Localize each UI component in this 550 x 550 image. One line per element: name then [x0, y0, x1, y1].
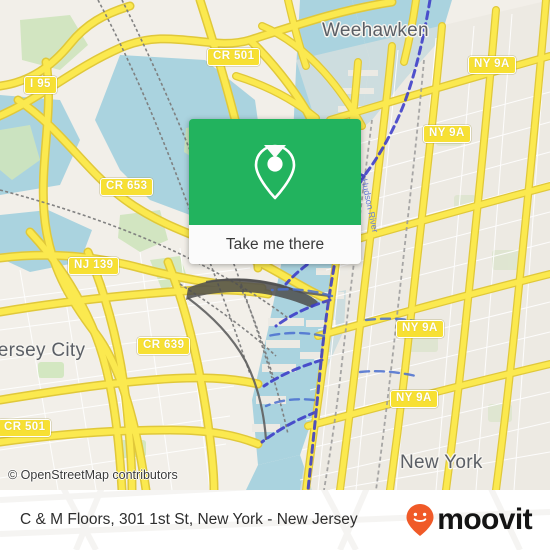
road-shield-ny9a[interactable]: NY 9A — [396, 320, 444, 338]
map-canvas[interactable]: Hudson River Weehawken Jersey City New Y… — [0, 0, 550, 490]
location-popup-card[interactable]: Take me there — [189, 119, 361, 264]
osm-attribution[interactable]: © OpenStreetMap contributors — [8, 468, 178, 482]
moovit-wordmark: moovit — [437, 503, 532, 536]
road-shield-cr501[interactable]: CR 501 — [207, 48, 261, 66]
location-caption: C & M Floors, 301 1st St, New York - New… — [20, 511, 358, 528]
road-shield-nj139[interactable]: NJ 139 — [68, 257, 120, 275]
popup-pointer — [264, 145, 286, 158]
city-label-jersey-city: Jersey City — [0, 340, 86, 361]
moovit-logo[interactable]: moovit — [405, 503, 533, 537]
city-label-weehawken: Weehawken — [322, 20, 429, 41]
moovit-pin-smiley-icon — [406, 504, 434, 536]
take-me-there-label: Take me there — [225, 235, 325, 253]
road-shield-ny9a[interactable]: NY 9A — [423, 125, 471, 143]
take-me-there-button[interactable]: Take me there — [189, 225, 361, 264]
map-screenshot: Hudson River Weehawken Jersey City New Y… — [0, 0, 550, 550]
road-shield-ny9a[interactable]: NY 9A — [390, 390, 438, 408]
road-shield-ny9a[interactable]: NY 9A — [468, 56, 516, 74]
road-shield-i95[interactable]: I 95 — [24, 76, 57, 94]
road-shield-cr639[interactable]: CR 639 — [137, 337, 191, 355]
road-shield-cr501[interactable]: CR 501 — [0, 419, 52, 437]
city-label-new-york: New York — [400, 452, 483, 473]
popup-pin-area — [189, 119, 361, 225]
footer-bar: C & M Floors, 301 1st St, New York - New… — [0, 490, 550, 550]
road-shield-cr653[interactable]: CR 653 — [100, 178, 154, 196]
